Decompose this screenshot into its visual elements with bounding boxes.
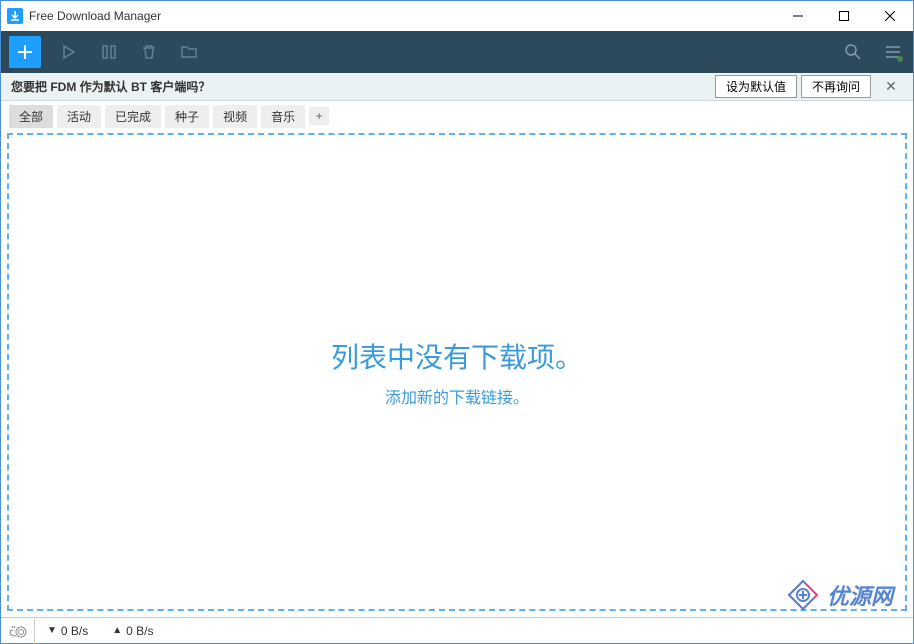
open-folder-button[interactable] xyxy=(177,40,201,64)
download-speed-value: 0 B/s xyxy=(61,624,88,638)
pause-all-button[interactable] xyxy=(97,40,121,64)
upload-arrow-icon: ▲ xyxy=(112,625,122,636)
add-tab-button[interactable]: + xyxy=(309,107,329,125)
download-arrow-icon: ▼ xyxy=(47,625,57,636)
add-download-button[interactable] xyxy=(9,36,41,68)
empty-state-title: 列表中没有下载项。 xyxy=(331,336,583,376)
default-client-notice: 您要把 FDM 作为默认 BT 客户端吗？ 设为默认值 不再询问 ✕ xyxy=(1,73,913,101)
toolbar xyxy=(1,31,913,73)
status-bar: ▼ 0 B/s ▲ 0 B/s xyxy=(1,617,913,643)
filter-tabs: 全部 活动 已完成 种子 视频 音乐 + xyxy=(1,101,913,127)
search-button[interactable] xyxy=(841,40,865,64)
close-button[interactable] xyxy=(867,1,913,31)
tab-all[interactable]: 全部 xyxy=(9,105,53,128)
notice-close-button[interactable]: ✕ xyxy=(879,78,903,95)
notification-dot-icon xyxy=(897,56,903,62)
upload-speed-value: 0 B/s xyxy=(126,624,153,638)
minimize-button[interactable] xyxy=(775,1,821,31)
app-icon xyxy=(7,8,23,24)
dont-ask-button[interactable]: 不再询问 xyxy=(801,75,871,98)
delete-button[interactable] xyxy=(137,40,161,64)
speed-limit-button[interactable] xyxy=(1,618,35,644)
start-button[interactable] xyxy=(57,40,81,64)
download-speed: ▼ 0 B/s xyxy=(35,624,100,638)
tab-active[interactable]: 活动 xyxy=(57,105,101,128)
add-download-link[interactable]: 添加新的下载链接。 xyxy=(385,384,529,408)
notice-text: 您要把 FDM 作为默认 BT 客户端吗？ xyxy=(11,78,210,95)
tab-completed[interactable]: 已完成 xyxy=(105,105,161,128)
main-area: 列表中没有下载项。 添加新的下载链接。 xyxy=(1,127,913,617)
maximize-button[interactable] xyxy=(821,1,867,31)
upload-speed: ▲ 0 B/s xyxy=(100,624,165,638)
set-default-button[interactable]: 设为默认值 xyxy=(715,75,797,98)
titlebar: Free Download Manager xyxy=(1,1,913,31)
tab-torrents[interactable]: 种子 xyxy=(165,105,209,128)
drop-zone[interactable]: 列表中没有下载项。 添加新的下载链接。 xyxy=(7,133,907,611)
menu-button[interactable] xyxy=(881,40,905,64)
window-title: Free Download Manager xyxy=(29,9,161,23)
tab-video[interactable]: 视频 xyxy=(213,105,257,128)
tab-music[interactable]: 音乐 xyxy=(261,105,305,128)
